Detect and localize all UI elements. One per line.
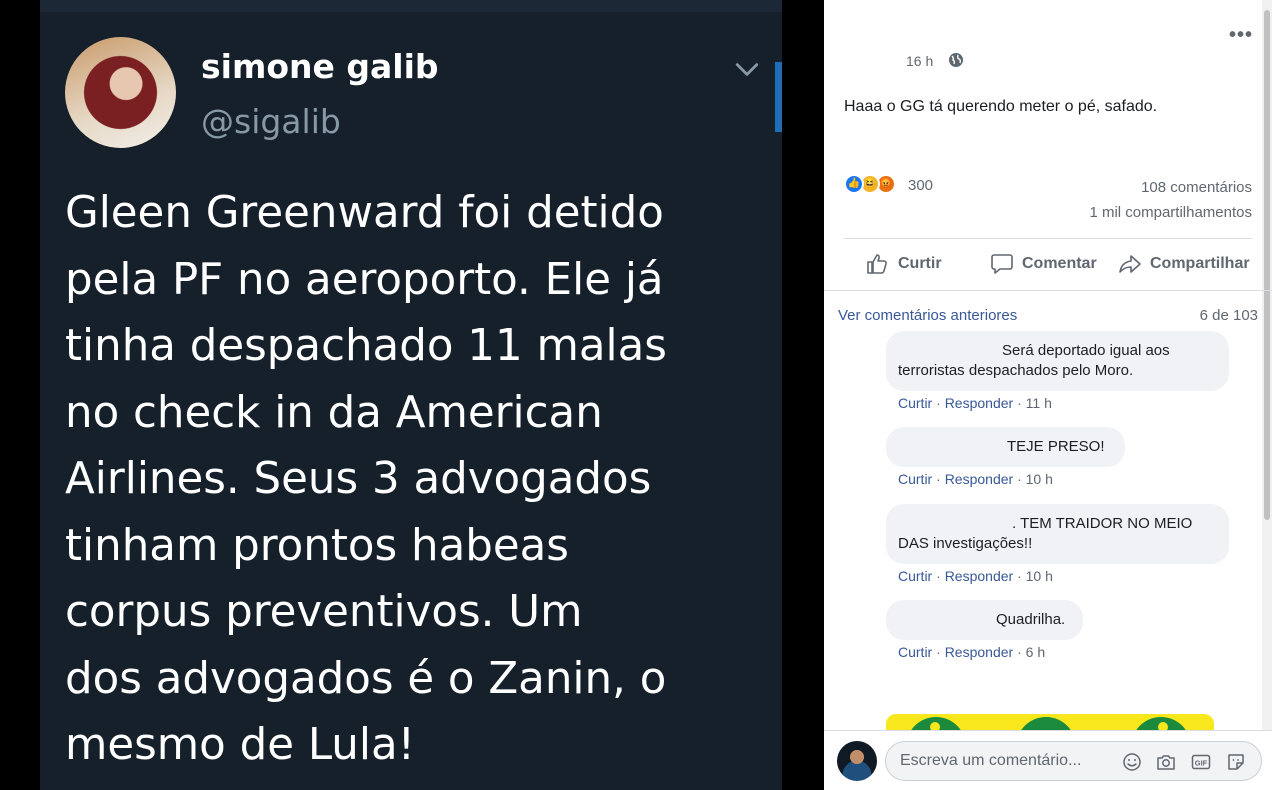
comment-like-link[interactable]: Curtir <box>898 471 932 487</box>
tweet-author-name[interactable]: simone galib <box>201 47 439 86</box>
comment-time[interactable]: 10 h <box>1026 471 1053 487</box>
shares-count[interactable]: 1 mil compartilhamentos <box>1089 204 1252 221</box>
facebook-post-panel: ••• 16 h Haaa o GG tá querendo meter o p… <box>824 0 1272 790</box>
tweet-line: no check in da American <box>65 387 603 438</box>
tweet-line: corpus preventivos. Um <box>65 587 583 637</box>
comment-meta: Curtir · Responder · 6 h <box>898 644 1046 660</box>
tweet-author-handle[interactable]: @sigalib <box>201 102 341 141</box>
comment-reply-link[interactable]: Responder <box>945 568 1014 584</box>
thumbs-up-icon <box>867 254 887 274</box>
comment-like-link[interactable]: Curtir <box>898 568 932 584</box>
svg-text:GIF: GIF <box>1195 758 1208 767</box>
post-text: Haaa o GG tá querendo meter o pé, safado… <box>844 98 1158 115</box>
tweet-scroll-indicator <box>775 62 782 132</box>
comment-reply-link[interactable]: Responder <box>945 395 1014 411</box>
reaction-count[interactable]: 300 <box>908 177 933 194</box>
tweet-top-strip <box>40 0 782 12</box>
like-label: Curtir <box>898 255 942 272</box>
tweet-card: simone galib @sigalib Gleen Greenward fo… <box>40 0 782 790</box>
comments-count[interactable]: 108 comentários <box>1141 179 1252 196</box>
user-avatar[interactable] <box>837 741 877 781</box>
comment-meta: Curtir · Responder · 11 h <box>898 395 1052 411</box>
more-options-icon[interactable]: ••• <box>1229 24 1253 47</box>
gif-icon[interactable]: GIF <box>1191 752 1211 772</box>
divider <box>844 238 1252 239</box>
comment-composer: GIF <box>824 730 1272 790</box>
comments-counter: 6 de 103 <box>1199 307 1258 324</box>
comment-time[interactable]: 6 h <box>1026 644 1045 660</box>
comment-button[interactable]: Comentar <box>990 250 1097 278</box>
like-button[interactable]: Curtir <box>866 250 942 278</box>
comment-input[interactable] <box>900 742 1110 780</box>
tweet-avatar[interactable] <box>65 37 176 148</box>
tweet-line: mesmo de Lula! <box>65 720 416 770</box>
comment-bubble[interactable]: Quadrilha. <box>886 600 1083 640</box>
comment-like-link[interactable]: Curtir <box>898 395 932 411</box>
comment-meta: Curtir · Responder · 10 h <box>898 471 1053 487</box>
emoji-icon[interactable] <box>1122 752 1142 772</box>
comment-text-line: terroristas despachados pelo Moro. <box>898 362 1134 379</box>
comment-reply-link[interactable]: Responder <box>945 471 1014 487</box>
comment-text-line: TEJE PRESO! <box>1007 438 1105 455</box>
post-timestamp[interactable]: 16 h <box>906 53 933 69</box>
comment-text-line: Será deportado igual aos <box>1002 342 1170 359</box>
tweet-line: Gleen Greenward foi detido <box>65 188 664 238</box>
scrollbar[interactable] <box>1262 0 1272 730</box>
comment-like-link[interactable]: Curtir <box>898 644 932 660</box>
tweet-text: Gleen Greenward foi detido pela PF no ae… <box>65 180 755 779</box>
tweet-line: Airlines. Seus 3 advogados <box>65 454 652 504</box>
comment-text-line: . TEM TRAIDOR NO MEIO <box>1012 515 1193 532</box>
chevron-down-icon[interactable] <box>734 56 760 82</box>
sticker-icon[interactable] <box>1226 752 1246 772</box>
comment-time[interactable]: 11 h <box>1026 395 1052 411</box>
comment-reply-link[interactable]: Responder <box>945 644 1014 660</box>
comment-text-line: DAS investigações!! <box>898 535 1033 552</box>
camera-icon[interactable] <box>1156 752 1176 772</box>
comment-input-wrapper[interactable]: GIF <box>885 741 1262 781</box>
view-previous-comments-link[interactable]: Ver comentários anteriores <box>838 307 1017 324</box>
comment-text-line: Quadrilha. <box>996 611 1066 628</box>
comment-meta: Curtir · Responder · 10 h <box>898 568 1053 584</box>
globe-icon <box>949 53 963 67</box>
section-divider <box>824 290 1272 291</box>
comment-icon <box>991 254 1013 274</box>
tweet-line: tinha despachado 11 malas <box>65 321 667 371</box>
comment-label: Comentar <box>1022 255 1097 272</box>
comment-bubble[interactable]: TEJE PRESO! <box>886 427 1125 467</box>
comment-bubble[interactable]: . TEM TRAIDOR NO MEIO DAS investigações!… <box>886 504 1229 564</box>
tweet-line: tinham prontos habeas <box>65 520 569 571</box>
share-icon <box>1119 255 1141 273</box>
comment-bubble[interactable]: Será deportado igual aos terroristas des… <box>886 331 1229 391</box>
comment-time[interactable]: 10 h <box>1026 568 1053 584</box>
share-label: Compartilhar <box>1150 255 1250 272</box>
like-reaction-icon: 👍 <box>844 174 864 194</box>
scrollbar-thumb[interactable] <box>1264 10 1270 520</box>
tweet-line: dos advogados é o Zanin, o <box>65 653 667 704</box>
tweet-line: pela PF no aeroporto. Ele já <box>65 254 664 305</box>
share-button[interactable]: Compartilhar <box>1118 250 1250 278</box>
